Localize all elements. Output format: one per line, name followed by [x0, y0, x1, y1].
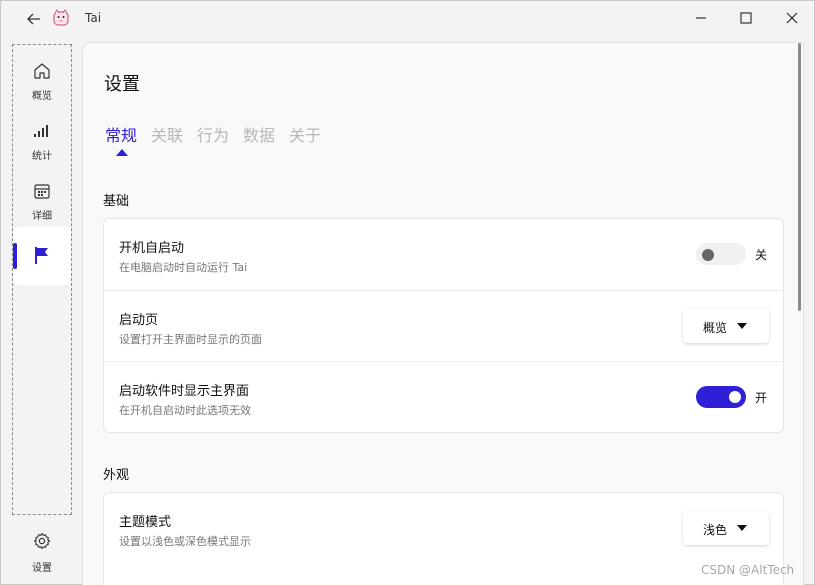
- toggle-state-label: 开: [755, 391, 768, 405]
- vertical-scrollbar[interactable]: [798, 43, 801, 311]
- close-icon[interactable]: [780, 7, 804, 29]
- setting-title: 主题模式: [119, 515, 172, 530]
- setting-row-theme: 主题模式 设置以浅色或深色模式显示 浅色: [104, 493, 783, 564]
- show-main-toggle[interactable]: [696, 386, 746, 408]
- sidebar-item-label: 设置: [32, 563, 52, 574]
- sidebar-item-settings[interactable]: 设置: [12, 529, 72, 577]
- back-arrow-icon[interactable]: [23, 8, 45, 30]
- caret-down-icon: [737, 323, 747, 329]
- app-logo-icon: [52, 9, 70, 27]
- start-page-dropdown[interactable]: 概览: [683, 309, 769, 343]
- sidebar-item-stats[interactable]: 统计: [13, 117, 71, 173]
- sidebar-nav: 概览 统计 详细: [12, 44, 72, 515]
- dropdown-value: 浅色: [703, 523, 728, 537]
- home-icon: [32, 61, 52, 81]
- app-title: Tai: [85, 11, 102, 25]
- dropdown-value: 概览: [703, 321, 728, 335]
- setting-description: 设置打开主界面时显示的页面: [119, 333, 262, 346]
- watermark: CSDN @AltTech: [701, 563, 795, 577]
- app-window: Tai 概览 统计 详细 设置 设置 常规 关联 行为 数据 关于 基础 开机自…: [0, 0, 815, 585]
- flag-icon: [32, 245, 52, 265]
- title-bar: Tai: [1, 1, 815, 37]
- sidebar-item-label: 概览: [32, 91, 52, 102]
- active-tab-indicator: [116, 149, 128, 156]
- settings-card-appearance: 主题模式 设置以浅色或深色模式显示 浅色: [103, 492, 784, 585]
- calendar-icon: [32, 181, 52, 201]
- active-indicator: [13, 243, 17, 269]
- tab-general[interactable]: 常规: [105, 122, 137, 146]
- sidebar-item-category[interactable]: [13, 227, 71, 285]
- setting-row-show-main: 启动软件时显示主界面 在开机自启动时此选项无效 开: [104, 361, 783, 432]
- minimize-icon[interactable]: [689, 7, 713, 29]
- settings-page: 设置 常规 关联 行为 数据 关于 基础 开机自启动 在电脑启动时自动运行 Ta…: [82, 42, 804, 585]
- tab-data[interactable]: 数据: [243, 122, 275, 146]
- sidebar-item-label: 统计: [32, 151, 52, 162]
- setting-title: 开机自启动: [119, 241, 185, 256]
- toggle-knob: [702, 249, 714, 261]
- maximize-icon[interactable]: [734, 7, 758, 29]
- setting-description: 在开机自启动时此选项无效: [119, 404, 251, 417]
- sidebar-item-detail[interactable]: 详细: [13, 177, 71, 233]
- theme-dropdown[interactable]: 浅色: [683, 511, 769, 545]
- tab-association[interactable]: 关联: [151, 122, 183, 146]
- gear-icon: [32, 531, 52, 551]
- tab-behavior[interactable]: 行为: [197, 122, 229, 146]
- setting-title: 启动页: [119, 313, 159, 328]
- section-title-appearance: 外观: [103, 468, 130, 483]
- settings-card-basic: 开机自启动 在电脑启动时自动运行 Tai 关 启动页 设置打开主界面时显示的页面…: [103, 218, 784, 433]
- caret-down-icon: [737, 525, 747, 531]
- autostart-toggle[interactable]: [696, 243, 746, 265]
- setting-description: 在电脑启动时自动运行 Tai: [119, 261, 248, 274]
- setting-title: 启动软件时显示主界面: [119, 384, 250, 399]
- setting-row-start-page: 启动页 设置打开主界面时显示的页面 概览: [104, 290, 783, 361]
- toggle-state-label: 关: [755, 248, 768, 262]
- tab-about[interactable]: 关于: [289, 122, 321, 146]
- section-title-basic: 基础: [103, 194, 130, 209]
- page-title: 设置: [104, 74, 140, 95]
- toggle-knob: [729, 391, 741, 403]
- sidebar-item-overview[interactable]: 概览: [13, 57, 71, 113]
- setting-description: 设置以浅色或深色模式显示: [119, 535, 251, 548]
- signal-bars-icon: [32, 121, 52, 141]
- setting-row-autostart: 开机自启动 在电脑启动时自动运行 Tai 关: [104, 219, 783, 290]
- sidebar-item-label: 详细: [32, 211, 52, 222]
